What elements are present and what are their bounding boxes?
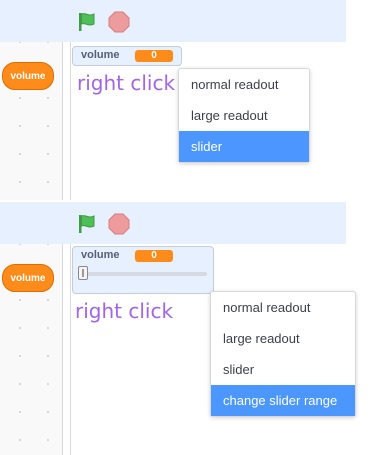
variable-monitor[interactable]: volume 0	[72, 46, 182, 66]
slider-handle[interactable]	[78, 266, 88, 280]
right-click-hint: right click	[77, 71, 176, 95]
stop-icon[interactable]	[108, 11, 130, 33]
context-menu: normal readout large readout slider chan…	[210, 291, 356, 417]
right-click-hint: right click	[75, 299, 174, 323]
menu-item-normal-readout[interactable]: normal readout	[211, 292, 355, 323]
menu-item-change-slider-range[interactable]: change slider range	[211, 385, 355, 416]
block-palette: volume	[0, 244, 63, 455]
green-flag-icon[interactable]	[76, 11, 98, 33]
block-palette: volume	[0, 42, 63, 200]
stop-icon[interactable]	[108, 213, 130, 235]
context-menu: normal readout large readout slider	[178, 68, 310, 163]
menu-item-large-readout[interactable]: large readout	[211, 323, 355, 354]
menu-item-slider[interactable]: slider	[179, 131, 309, 162]
variable-block-volume[interactable]: volume	[2, 62, 54, 90]
monitor-label: volume	[81, 49, 120, 61]
variable-monitor[interactable]: volume 0	[72, 246, 214, 294]
menu-item-slider[interactable]: slider	[211, 354, 355, 385]
green-flag-icon[interactable]	[76, 213, 98, 235]
stage-header-bar	[0, 202, 346, 244]
menu-item-normal-readout[interactable]: normal readout	[179, 69, 309, 100]
top-example-panel: volume volume 0 right click normal reado…	[0, 0, 380, 200]
monitor-value: 0	[135, 250, 173, 262]
menu-item-large-readout[interactable]: large readout	[179, 100, 309, 131]
variable-block-volume[interactable]: volume	[2, 264, 54, 292]
slider-track[interactable]	[81, 272, 207, 276]
monitor-value: 0	[135, 50, 173, 62]
stage-header-bar	[0, 0, 346, 42]
monitor-label: volume	[81, 249, 120, 261]
bottom-example-panel: volume volume 0 right click normal reado…	[0, 202, 380, 455]
